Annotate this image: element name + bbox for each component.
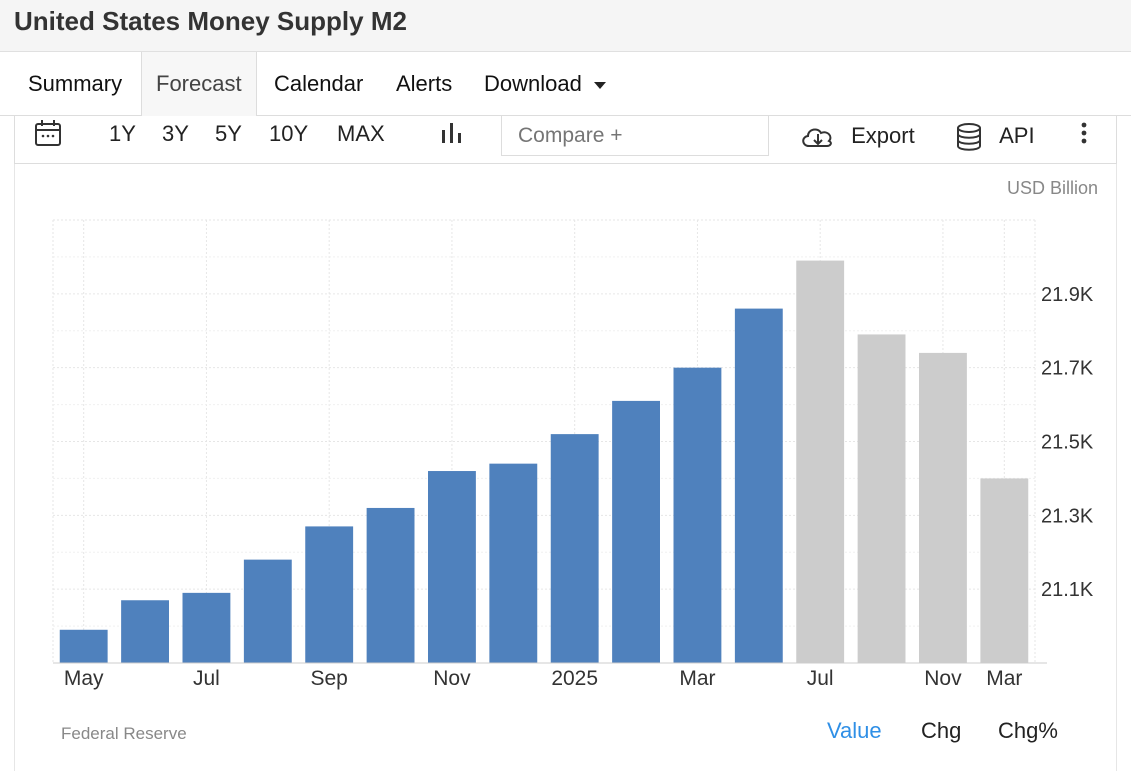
actual-bar: [243, 559, 292, 663]
forecast-bar: [919, 352, 967, 663]
tab-alerts[interactable]: Alerts: [382, 52, 466, 116]
actual-bar: [59, 629, 108, 663]
forecast-bar: [857, 334, 906, 663]
tab-download[interactable]: Download: [470, 52, 620, 116]
value-tab[interactable]: Value: [827, 718, 882, 744]
calendar-icon[interactable]: [33, 118, 63, 154]
source-label: Federal Reserve: [61, 724, 187, 743]
tab-forecast[interactable]: Forecast: [141, 52, 257, 117]
y-tick-label: 21.9K: [1041, 284, 1094, 306]
chart-container: USD Billion 21.1K 21.3K 21.5K 21.7K 21.9K May…: [14, 164, 1117, 771]
x-tick-label: Sep: [311, 667, 348, 690]
x-tick-label: 2025: [551, 667, 598, 690]
actual-bar: [550, 434, 599, 663]
chart-type-icon[interactable]: [439, 120, 465, 156]
tab-calendar[interactable]: Calendar: [260, 52, 377, 116]
x-tick-label: Nov: [433, 667, 471, 690]
range-5y-button[interactable]: 5Y: [215, 116, 242, 152]
range-1y-button[interactable]: 1Y: [109, 116, 136, 152]
y-tick-label: 21.1K: [1041, 579, 1094, 601]
tab-summary[interactable]: Summary: [14, 52, 136, 116]
chg-percent-tab[interactable]: Chg%: [998, 718, 1058, 744]
range-10y-button[interactable]: 10Y: [269, 116, 308, 152]
actual-bar: [673, 367, 722, 663]
actual-bar: [182, 592, 231, 663]
x-tick-label: May: [64, 667, 104, 690]
bar-chart: 21.1K 21.3K 21.5K 21.7K 21.9K May Jul Sep Nov 202…: [52, 219, 1094, 690]
forecast-bar: [796, 260, 845, 663]
actual-bar: [428, 471, 476, 663]
actual-bar: [612, 400, 660, 663]
x-tick-label: Nov: [924, 667, 962, 690]
x-tick-label: Mar: [986, 667, 1022, 690]
chevron-down-icon: [593, 81, 606, 89]
page-header: United States Money Supply M2: [0, 0, 1131, 52]
export-button[interactable]: Export: [799, 118, 915, 154]
chg-tab[interactable]: Chg: [921, 718, 961, 744]
more-options-icon[interactable]: [1077, 120, 1091, 156]
range-3y-button[interactable]: 3Y: [162, 116, 189, 152]
x-tick-label: Mar: [679, 667, 715, 690]
tab-download-label: Download: [484, 71, 582, 96]
database-icon: [957, 123, 981, 151]
x-tick-label: Jul: [807, 667, 834, 690]
forecast-bar: [980, 478, 1029, 663]
x-tick-label: Jul: [193, 667, 220, 690]
y-tick-label: 21.5K: [1041, 432, 1094, 454]
page-title: United States Money Supply M2: [14, 6, 407, 36]
actual-bar: [305, 526, 354, 663]
tab-bar: Summary Forecast Calendar Alerts Downloa…: [0, 52, 1131, 117]
api-button[interactable]: API: [955, 118, 1035, 154]
actual-bar: [366, 507, 415, 663]
cloud-download-icon: [802, 128, 832, 148]
actual-bar: [734, 308, 783, 663]
y-tick-label: 21.3K: [1041, 505, 1094, 527]
actual-bar: [489, 463, 538, 663]
y-tick-label: 21.7K: [1041, 358, 1094, 380]
compare-input[interactable]: [501, 116, 769, 156]
export-label: Export: [851, 123, 915, 148]
api-label: API: [999, 123, 1035, 148]
actual-bar: [121, 600, 169, 663]
chart-toolbar: 1Y 3Y 5Y 10Y MAX Export API: [14, 116, 1117, 164]
range-max-button[interactable]: MAX: [337, 116, 385, 152]
